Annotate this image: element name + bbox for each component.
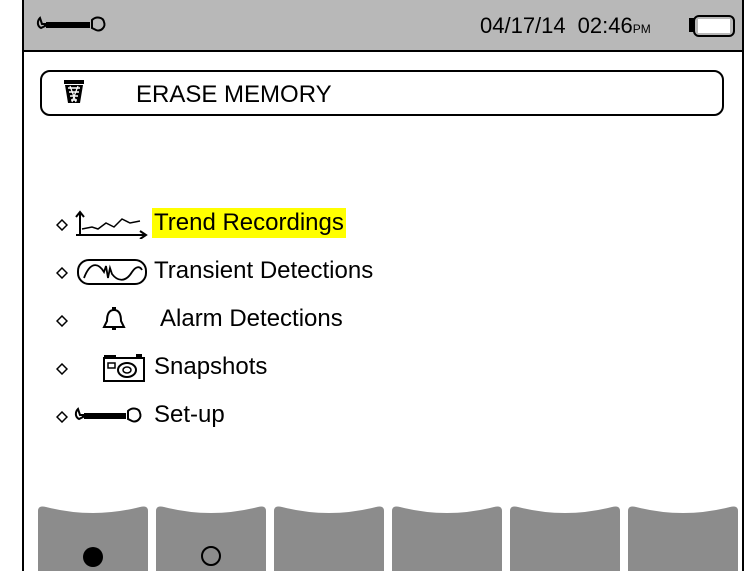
radio-icon[interactable]: [55, 218, 69, 232]
menu-item-label: Trend Recordings: [152, 208, 346, 238]
radio-icon[interactable]: [55, 266, 69, 280]
screen-frame-left: [0, 0, 24, 571]
menu-item-label: Set-up: [154, 401, 225, 428]
filled-circle-icon: [83, 547, 103, 567]
trend-icon: [74, 209, 150, 244]
device-screen: 04/17/14 02:46PM ERASE MEMORY Trend Reco…: [0, 0, 748, 571]
time-text: 02:46: [577, 13, 633, 38]
trash-icon: [64, 80, 84, 104]
battery-icon: [688, 14, 738, 38]
function-key-3[interactable]: [274, 505, 384, 571]
radio-icon[interactable]: [55, 314, 69, 328]
function-key-4[interactable]: [392, 505, 502, 571]
menu-item-label: Snapshots: [154, 353, 268, 380]
wrench-icon: [74, 405, 150, 432]
menu-item-label: Alarm Detections: [160, 305, 343, 332]
camera-icon: [102, 353, 146, 388]
function-key-1[interactable]: [38, 505, 148, 571]
date-text: 04/17/14: [480, 13, 566, 38]
transient-icon: [76, 258, 148, 291]
status-bar: 04/17/14 02:46PM: [24, 0, 742, 52]
wrench-icon: [36, 14, 114, 36]
function-key-bar: [30, 505, 742, 571]
page-title: ERASE MEMORY: [136, 81, 332, 108]
radio-icon[interactable]: [55, 410, 69, 424]
bell-icon: [102, 307, 126, 338]
function-key-6[interactable]: [628, 505, 738, 571]
screen-frame-right: [742, 0, 748, 571]
radio-icon[interactable]: [55, 362, 69, 376]
date-time: 04/17/14 02:46PM: [480, 13, 651, 39]
ampm-text: PM: [632, 22, 651, 36]
menu-item-label: Transient Detections: [154, 257, 374, 284]
page-title-box: ERASE MEMORY: [40, 70, 724, 116]
function-key-5[interactable]: [510, 505, 620, 571]
function-key-2[interactable]: [156, 505, 266, 571]
